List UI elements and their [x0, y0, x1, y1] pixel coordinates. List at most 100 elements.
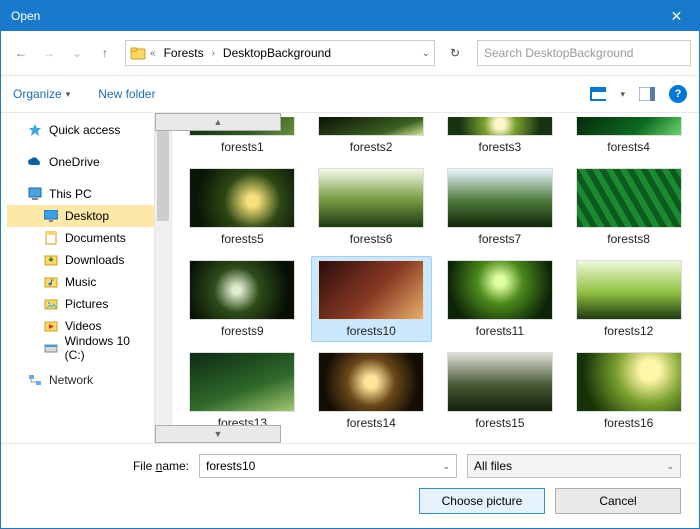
tree-label: Network: [49, 373, 93, 387]
search-box[interactable]: Search DesktopBackground: [477, 40, 691, 66]
nav-row: ← → ⌄ ↑ « Forests › DesktopBackground ⌄ …: [1, 31, 699, 76]
sidebar-scrollbar[interactable]: ▲ ▼: [154, 113, 171, 443]
forward-button[interactable]: →: [37, 41, 61, 65]
refresh-button[interactable]: ↻: [443, 41, 467, 65]
forward-arrow-icon: →: [43, 46, 55, 60]
dropdown-icon: ⌄: [442, 461, 450, 472]
toolbar-left: Organize ▾ New folder: [13, 87, 156, 101]
desktop-icon: [43, 208, 59, 224]
scroll-down-button[interactable]: ▼: [155, 425, 281, 443]
close-button[interactable]: ✕: [654, 1, 699, 31]
navigation-pane: Quick access OneDrive This PC Desktop: [1, 113, 172, 443]
tree-label: Documents: [65, 231, 126, 245]
new-folder-button[interactable]: New folder: [98, 87, 155, 101]
file-item[interactable]: forests11: [440, 256, 561, 342]
tree-item-desktop[interactable]: Desktop: [7, 205, 155, 227]
file-item[interactable]: forests13: [182, 348, 303, 434]
breadcrumb-item-forests[interactable]: Forests: [160, 44, 208, 62]
file-item[interactable]: forests9: [182, 256, 303, 342]
drive-icon: [43, 340, 59, 356]
choose-picture-button[interactable]: Choose picture: [419, 488, 545, 514]
dropdown-icon: ⌄: [666, 461, 674, 472]
file-name: forests12: [604, 324, 653, 338]
tree-label: Quick access: [49, 123, 120, 137]
tree-item-onedrive[interactable]: OneDrive: [7, 151, 155, 173]
thumbnail-image: [576, 117, 682, 136]
file-name: forests8: [607, 232, 650, 246]
recent-locations-dropdown[interactable]: ⌄: [65, 41, 89, 65]
organize-menu[interactable]: Organize ▾: [13, 87, 70, 101]
star-icon: [27, 122, 43, 138]
pictures-icon: [43, 296, 59, 312]
view-dropdown-icon[interactable]: ▾: [620, 89, 625, 100]
up-arrow-icon: ↑: [102, 46, 108, 60]
folder-icon: [130, 45, 146, 61]
preview-pane-button[interactable]: [639, 86, 655, 102]
file-item[interactable]: forests2: [311, 113, 432, 158]
help-button[interactable]: ?: [669, 85, 687, 103]
file-name: forests9: [221, 324, 264, 338]
up-button[interactable]: ↑: [93, 41, 117, 65]
network-icon: [27, 372, 43, 388]
dropdown-icon: ▾: [66, 89, 71, 100]
file-item[interactable]: forests14: [311, 348, 432, 434]
breadcrumb-item-desktopbackground[interactable]: DesktopBackground: [219, 44, 335, 62]
tree-label: Downloads: [65, 253, 124, 267]
file-name: forests11: [476, 324, 524, 338]
file-item[interactable]: forests3: [440, 113, 561, 158]
file-name-combobox[interactable]: forests10 ⌄: [199, 454, 457, 478]
tree-item-windows10-c[interactable]: Windows 10 (C:): [7, 337, 155, 359]
file-type-filter[interactable]: All files ⌄: [467, 454, 681, 478]
tree-label: Desktop: [65, 209, 109, 223]
thumbnail-image: [447, 168, 553, 228]
file-item[interactable]: forests4: [568, 113, 689, 158]
help-icon: ?: [675, 88, 682, 100]
file-name: forests5: [221, 232, 264, 246]
tree-label: Pictures: [65, 297, 108, 311]
file-name-label: File name:: [19, 459, 189, 473]
tree-item-documents[interactable]: Documents: [7, 227, 155, 249]
cancel-button[interactable]: Cancel: [555, 488, 681, 514]
choose-picture-label: Choose picture: [442, 494, 523, 508]
address-dropdown-icon[interactable]: ⌄: [422, 48, 430, 59]
dialog-footer: File name: forests10 ⌄ All files ⌄ Choos…: [1, 443, 699, 528]
thumbnail-grid: forests1 forests2 forests3 forests4 fore…: [182, 113, 689, 434]
search-placeholder: Search DesktopBackground: [484, 46, 633, 60]
file-item-selected[interactable]: forests10: [311, 256, 432, 342]
file-item[interactable]: forests16: [568, 348, 689, 434]
back-button[interactable]: ←: [9, 41, 33, 65]
file-name: forests6: [350, 232, 393, 246]
file-item[interactable]: forests12: [568, 256, 689, 342]
pc-icon: [27, 186, 43, 202]
videos-icon: [43, 318, 59, 334]
tree-item-this-pc[interactable]: This PC: [7, 183, 155, 205]
toolbar: Organize ▾ New folder ▾ ?: [1, 76, 699, 113]
thumbnail-image: [318, 260, 424, 320]
title-bar: Open ✕: [1, 1, 699, 31]
address-bar[interactable]: « Forests › DesktopBackground ⌄: [125, 40, 435, 66]
refresh-icon: ↻: [450, 46, 460, 60]
tree-item-quick-access[interactable]: Quick access: [7, 119, 155, 141]
tree-item-downloads[interactable]: Downloads: [7, 249, 155, 271]
tree-item-pictures[interactable]: Pictures: [7, 293, 155, 315]
file-view[interactable]: forests1 forests2 forests3 forests4 fore…: [172, 113, 699, 443]
thumbnail-image: [447, 352, 553, 412]
tree-item-music[interactable]: Music: [7, 271, 155, 293]
view-options-button[interactable]: [590, 86, 606, 102]
chevron-down-icon: ⌄: [72, 46, 82, 60]
file-item[interactable]: forests8: [568, 164, 689, 250]
file-item[interactable]: forests15: [440, 348, 561, 434]
scroll-thumb[interactable]: [157, 131, 169, 221]
organize-label: Organize: [13, 87, 62, 101]
close-icon: ✕: [671, 8, 683, 25]
file-item[interactable]: forests6: [311, 164, 432, 250]
file-name: forests4: [607, 140, 650, 154]
file-item[interactable]: forests7: [440, 164, 561, 250]
folder-tree: Quick access OneDrive This PC Desktop: [1, 113, 155, 397]
tree-item-network[interactable]: Network: [7, 369, 155, 391]
window-title: Open: [1, 9, 40, 23]
scroll-up-button[interactable]: ▲: [155, 113, 281, 131]
thumbnail-image: [318, 352, 424, 412]
file-item[interactable]: forests5: [182, 164, 303, 250]
thumbnail-image: [576, 260, 682, 320]
